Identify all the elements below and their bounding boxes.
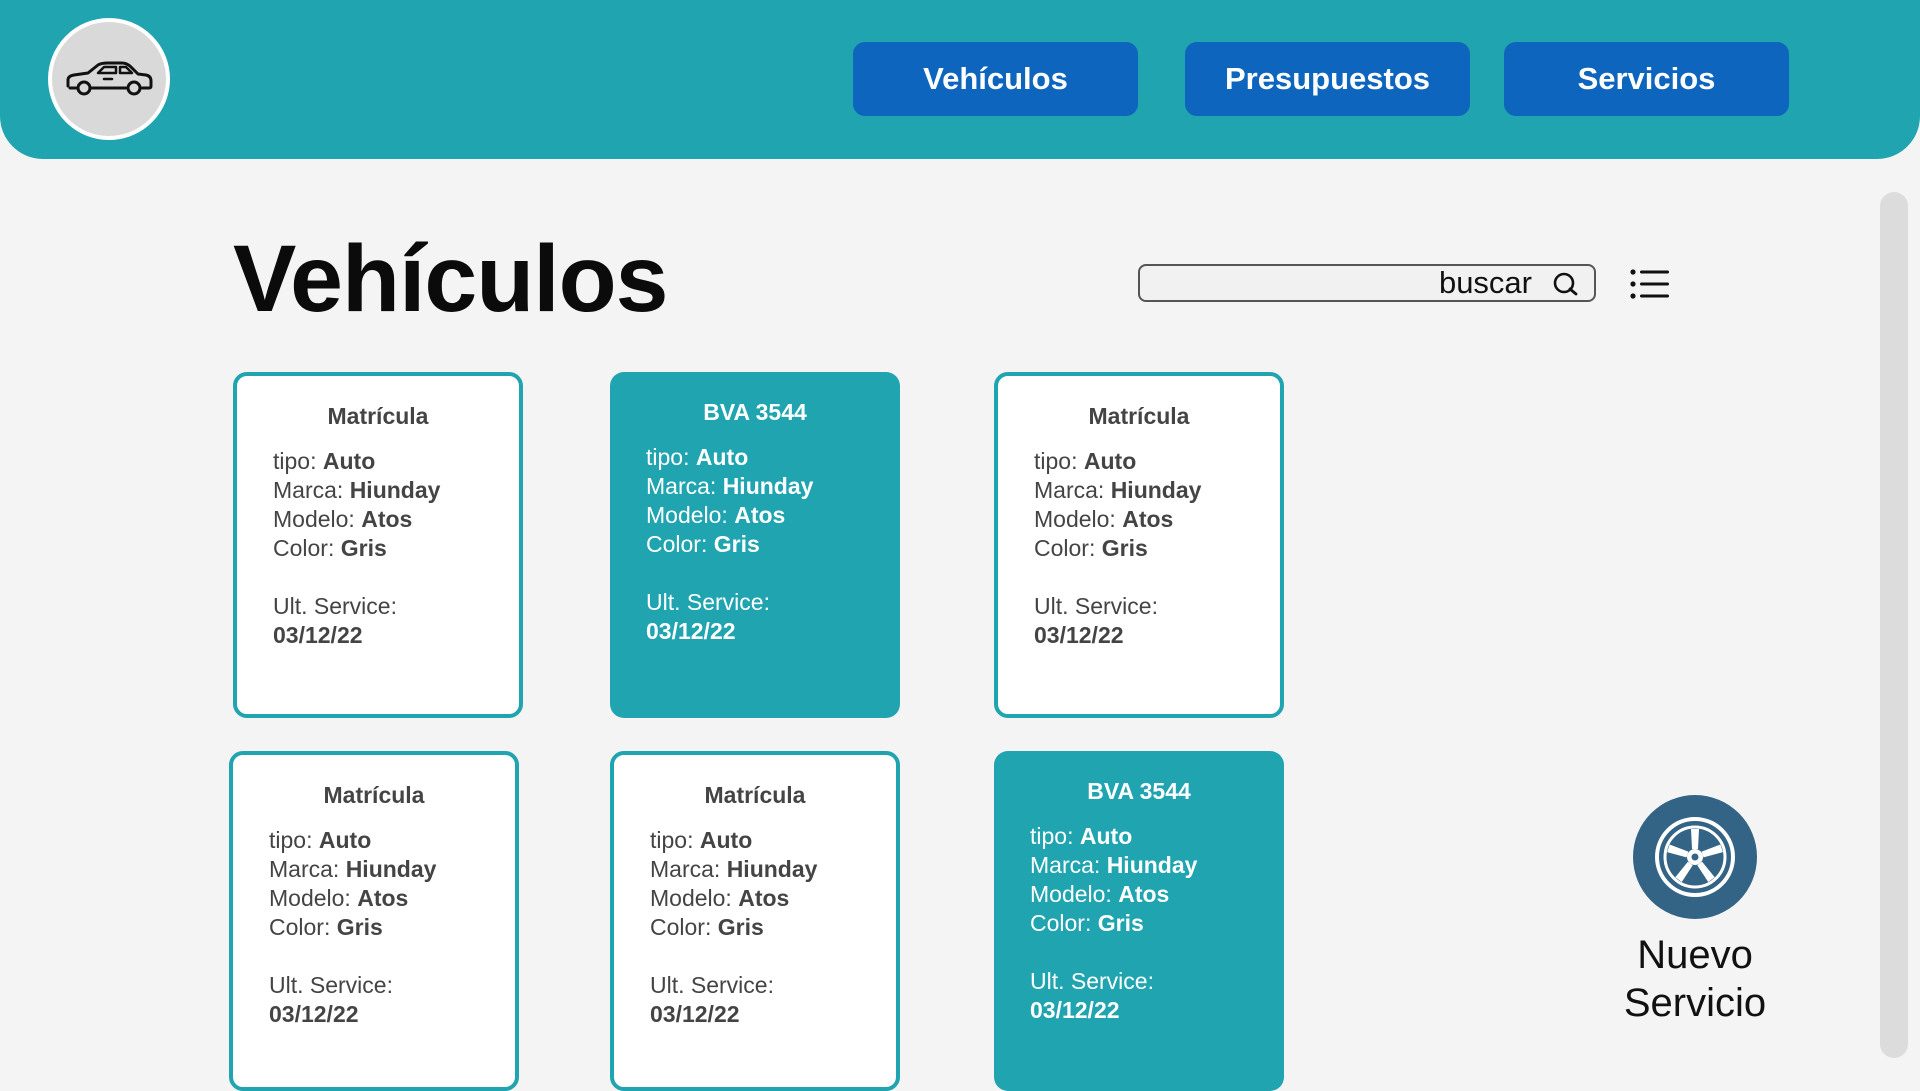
vehicle-color: Color: Gris: [646, 531, 760, 557]
wheel-icon[interactable]: [1633, 795, 1757, 919]
vehicle-type: tipo: Auto: [273, 448, 376, 474]
vehicle-card[interactable]: Matrícula tipo: Auto Marca: Hiunday Mode…: [610, 751, 900, 1091]
vehicle-brand: Marca: Hiunday: [269, 856, 437, 882]
nav-servicios-button[interactable]: Servicios: [1504, 42, 1789, 116]
vehicle-plate: Matrícula: [323, 782, 425, 808]
vehicle-type: tipo: Auto: [650, 827, 753, 853]
vehicle-plate: Matrícula: [327, 403, 429, 429]
top-header: Vehículos Presupuestos Servicios: [0, 0, 1920, 159]
last-service-label: Ult. Service:: [646, 589, 770, 615]
vehicle-color: Color: Gris: [273, 535, 387, 561]
vehicle-brand: Marca: Hiunday: [1034, 477, 1202, 503]
last-service-label: Ult. Service:: [1030, 968, 1154, 994]
vehicle-color: Color: Gris: [1034, 535, 1148, 561]
nav-vehiculos-button[interactable]: Vehículos: [853, 42, 1138, 116]
vehicle-card[interactable]: Matrícula tipo: Auto Marca: Hiunday Mode…: [229, 751, 519, 1091]
vehicle-brand: Marca: Hiunday: [646, 473, 814, 499]
vehicle-color: Color: Gris: [650, 914, 764, 940]
page-title: Vehículos: [233, 226, 669, 332]
last-service-date: 03/12/22: [273, 622, 363, 648]
search-box[interactable]: [1138, 264, 1596, 302]
scrollbar[interactable]: [1880, 192, 1908, 1058]
vehicle-card[interactable]: Matrícula tipo: Auto Marca: Hiunday Mode…: [233, 372, 523, 718]
last-service-date: 03/12/22: [646, 618, 736, 644]
vehicle-card[interactable]: BVA 3544 tipo: Auto Marca: Hiunday Model…: [994, 751, 1284, 1091]
last-service-date: 03/12/22: [1034, 622, 1124, 648]
vehicle-plate: BVA 3544: [1087, 778, 1191, 804]
vehicle-card[interactable]: Matrícula tipo: Auto Marca: Hiunday Mode…: [994, 372, 1284, 718]
last-service-label: Ult. Service:: [1034, 593, 1158, 619]
vehicle-brand: Marca: Hiunday: [1030, 852, 1198, 878]
vehicle-model: Modelo: Atos: [269, 885, 409, 911]
vehicle-color: Color: Gris: [269, 914, 383, 940]
vehicle-plate: BVA 3544: [703, 399, 807, 425]
last-service-label: Ult. Service:: [273, 593, 397, 619]
vehicle-type: tipo: Auto: [1034, 448, 1137, 474]
vehicle-model: Modelo: Atos: [646, 502, 786, 528]
vehicle-model: Modelo: Atos: [273, 506, 413, 532]
car-icon: [66, 61, 153, 96]
vehicle-type: tipo: Auto: [1030, 823, 1133, 849]
vehicle-model: Modelo: Atos: [650, 885, 790, 911]
new-service-button[interactable]: Nuevo Servicio: [1600, 795, 1790, 1027]
nav-presupuestos-button[interactable]: Presupuestos: [1185, 42, 1470, 116]
vehicle-model: Modelo: Atos: [1034, 506, 1174, 532]
new-service-label: Nuevo Servicio: [1623, 933, 1767, 1025]
list-icon[interactable]: [1630, 268, 1670, 300]
last-service-label: Ult. Service:: [269, 972, 393, 998]
last-service-date: 03/12/22: [269, 1001, 359, 1027]
logo[interactable]: [48, 18, 170, 140]
vehicle-type: tipo: Auto: [269, 827, 372, 853]
search-input[interactable]: [1140, 266, 1550, 300]
vehicle-color: Color: Gris: [1030, 910, 1144, 936]
last-service-label: Ult. Service:: [650, 972, 774, 998]
vehicle-plate: Matrícula: [1088, 403, 1190, 429]
vehicle-brand: Marca: Hiunday: [273, 477, 441, 503]
vehicle-model: Modelo: Atos: [1030, 881, 1170, 907]
vehicle-card[interactable]: BVA 3544 tipo: Auto Marca: Hiunday Model…: [610, 372, 900, 718]
search-icon[interactable]: [1552, 271, 1580, 297]
last-service-date: 03/12/22: [1030, 997, 1120, 1023]
last-service-date: 03/12/22: [650, 1001, 740, 1027]
vehicle-type: tipo: Auto: [646, 444, 749, 470]
vehicle-plate: Matrícula: [704, 782, 806, 808]
vehicle-brand: Marca: Hiunday: [650, 856, 818, 882]
